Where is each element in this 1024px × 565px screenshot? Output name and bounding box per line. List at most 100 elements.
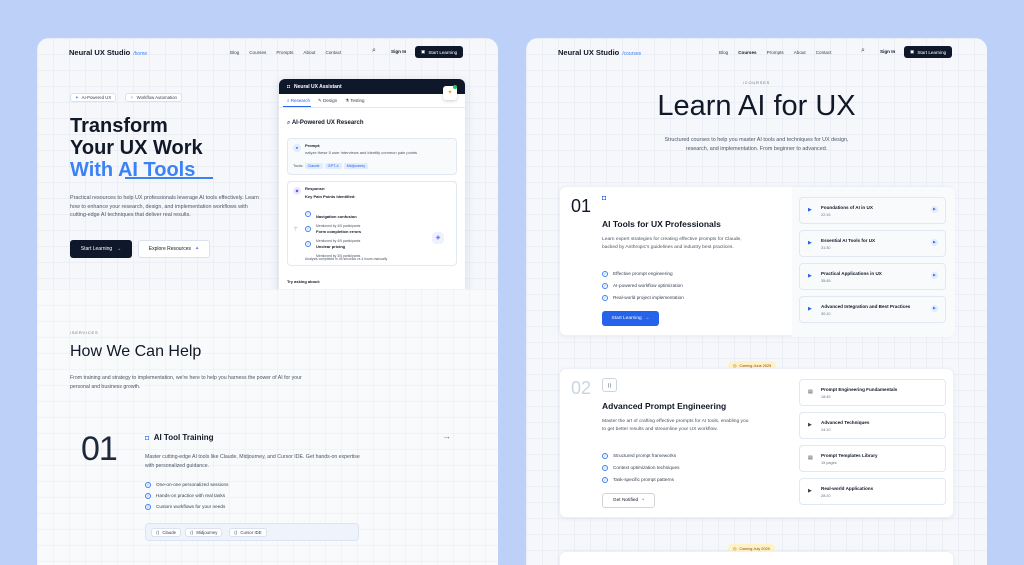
search-icon: ⌕ xyxy=(287,120,291,126)
sparkle-icon: ✦ xyxy=(195,246,200,252)
courses-page-panel: Neural UX Studio/courses Blog Courses Pr… xyxy=(526,38,987,565)
sign-in-link[interactable]: Sign In xyxy=(391,49,406,54)
course-title: AI Tools for UX Professionals xyxy=(602,219,721,229)
tool-chip-midjourney: ⟨⟩ Midjourney xyxy=(185,528,223,537)
lesson-item[interactable]: ▤ Prompt Engineering Fundamentals 18:45 xyxy=(799,379,946,406)
tool-chip-cursor: ⟨⟩ Cursor IDE xyxy=(229,528,267,537)
prompt-card: ● Prompt: nalyze these 5 user interviews… xyxy=(287,138,457,175)
service-feature-1: ✓ One-on-one personalized sessions xyxy=(145,482,229,488)
nav-link-about[interactable]: About xyxy=(303,50,315,55)
sparkle-icon: ✦ xyxy=(75,94,79,100)
nav-link-blog[interactable]: Blog xyxy=(719,50,728,55)
services-description: From training and strategy to implementa… xyxy=(70,375,302,390)
play-icon[interactable]: ▶ xyxy=(931,239,938,246)
tools-row: Tools: Claude GPT-4 Midjourney xyxy=(293,163,370,169)
top-nav: Neural UX Studio/courses Blog Courses Pr… xyxy=(526,38,987,66)
logo[interactable]: Neural UX Studio/courses xyxy=(558,48,641,57)
assistant-header: ◘ Neural UX Assistant xyxy=(279,79,465,94)
course-feature-1: ✓ Effective prompt engineering xyxy=(602,271,673,277)
bell-icon: ◔ xyxy=(641,498,645,503)
play-icon[interactable]: ▶ xyxy=(931,305,938,312)
nav-link-courses[interactable]: Courses xyxy=(738,50,756,55)
video-icon: ▶ xyxy=(808,207,812,213)
start-learning-nav-button[interactable]: ▣ Start Learning xyxy=(415,46,464,58)
code-icon: ⟨⟩ xyxy=(234,529,238,535)
start-learning-hero-button[interactable]: Start Learning → xyxy=(70,240,132,258)
arrow-right-icon[interactable]: → xyxy=(442,431,451,441)
assistant-mockup: ◘ Neural UX Assistant ✦ ⌕ Research ✎ Desi… xyxy=(279,79,465,299)
course-number: 02 xyxy=(571,378,592,398)
nav-link-contact[interactable]: Contact xyxy=(325,50,341,55)
course-feature-3: ✓ Task-specific prompt patterns xyxy=(602,477,674,483)
course-description: Master the art of crafting effective pro… xyxy=(602,419,749,432)
video-icon: ▶ xyxy=(808,273,812,279)
course-feature-3: ✓ Real-world project implementation xyxy=(602,295,684,301)
arrow-right-icon: → xyxy=(644,316,650,321)
hero-description: Practical resources to help UX professio… xyxy=(70,195,259,219)
search-icon[interactable]: ⌕ xyxy=(861,47,869,55)
sign-in-link[interactable]: Sign In xyxy=(880,49,895,54)
lesson-item[interactable]: ▶ Advanced Integration and Best Practices… xyxy=(799,296,946,323)
arrow-right-icon: → xyxy=(116,246,122,252)
service-number: 01 xyxy=(81,430,118,468)
tab-design[interactable]: ✎ Design xyxy=(318,98,337,104)
bot-icon: ◘ xyxy=(287,83,291,90)
title-underline xyxy=(125,177,213,179)
book-icon: ▣ xyxy=(421,49,426,54)
document-icon: ▤ xyxy=(808,455,813,461)
course-card-3 xyxy=(559,551,954,565)
pill-ai-powered: ✦ AI-Powered UX xyxy=(70,93,117,102)
play-icon[interactable]: ▶ xyxy=(931,272,938,279)
play-icon[interactable]: ▶ xyxy=(931,206,938,213)
explore-resources-button[interactable]: Explore Resources ✦ xyxy=(138,240,210,258)
tool-chip-claude: ⟨⟩ Claude xyxy=(151,528,181,537)
service-feature-2: ✓ Hands-on practice with real tasks xyxy=(145,493,226,499)
course-number: 01 xyxy=(571,196,592,216)
wand-icon: ⚚ xyxy=(293,227,299,233)
nav-link-blog[interactable]: Blog xyxy=(230,50,239,55)
assistant-tabs: ⌕ Research ✎ Design ⚗ Testing xyxy=(287,98,365,104)
lesson-item[interactable]: ▤ Prompt Templates Library 15 pages xyxy=(799,445,946,472)
course-description: Learn expert strategies for creating eff… xyxy=(602,237,742,250)
try-asking-label: Try asking about: xyxy=(287,279,321,284)
nav-links: Blog Courses Prompts About Contact xyxy=(230,50,341,55)
logo[interactable]: Neural UX Studio/home xyxy=(69,48,147,57)
search-icon[interactable]: ⌕ xyxy=(372,47,380,55)
ai-icon: ◆ xyxy=(293,187,301,195)
tab-testing[interactable]: ⚗ Testing xyxy=(345,98,364,104)
bot-icon: ◘ xyxy=(145,435,150,442)
nav-link-prompts[interactable]: Prompts xyxy=(767,50,784,55)
top-nav: Neural UX Studio/home Blog Courses Promp… xyxy=(37,38,498,66)
lesson-item[interactable]: ▶ Essential AI Tools for UX 31:30 ▶ xyxy=(799,230,946,257)
lesson-item[interactable]: ▶ Advanced Techniques 24:10 xyxy=(799,412,946,439)
course-card-1: 01 ◘ AI Tools for UX Professionals Learn… xyxy=(559,186,955,337)
video-icon: ▶ xyxy=(808,306,812,312)
tab-research[interactable]: ⌕ Research xyxy=(287,98,310,104)
lesson-item[interactable]: ▶ Practical Applications in UX 35:45 ▶ xyxy=(799,263,946,290)
course-feature-1: ✓ Structured prompt frameworks xyxy=(602,453,677,459)
lesson-item[interactable]: ▶ Real-world Applications 28:20 xyxy=(799,478,946,505)
home-page-panel: Neural UX Studio/home Blog Courses Promp… xyxy=(37,38,498,565)
workflow-icon: ✧ xyxy=(130,94,134,100)
nav-link-about[interactable]: About xyxy=(794,50,806,55)
hero-title: Transform Your UX Work With AI Tools xyxy=(70,115,203,181)
lesson-item[interactable]: ▶ Foundations of AI in UX 22:15 ▶ xyxy=(799,197,946,224)
start-learning-course-button[interactable]: Start Learning → xyxy=(602,311,659,326)
tools-bar: ⟨⟩ Claude ⟨⟩ Midjourney ⟨⟩ Cursor IDE xyxy=(145,523,359,541)
user-icon: ● xyxy=(293,144,301,152)
courses-description-line2: research, and implementation. From begin… xyxy=(685,146,828,152)
course-feature-2: ✓ Context optimization techniques xyxy=(602,465,680,471)
nav-link-contact[interactable]: Contact xyxy=(816,50,832,55)
get-notified-button[interactable]: Get Notified ◔ xyxy=(602,493,655,508)
divider xyxy=(279,107,465,108)
services-title: How We Can Help xyxy=(70,343,202,360)
nav-link-courses[interactable]: Courses xyxy=(249,50,266,55)
pill-workflow: ✧ Workflow Automation xyxy=(125,93,182,102)
courses-description-line1: Structured courses to help you master AI… xyxy=(664,137,849,143)
response-card: ◆ Response: Key Pain Points Identified: … xyxy=(287,181,457,266)
course-title: Advanced Prompt Engineering xyxy=(602,401,727,411)
start-learning-nav-button[interactable]: ▣ Start Learning xyxy=(904,46,953,58)
nav-links: Blog Courses Prompts About Contact xyxy=(719,50,832,55)
service-description: Master cutting-edge AI tools like Claude… xyxy=(145,454,360,469)
nav-link-prompts[interactable]: Prompts xyxy=(276,50,293,55)
